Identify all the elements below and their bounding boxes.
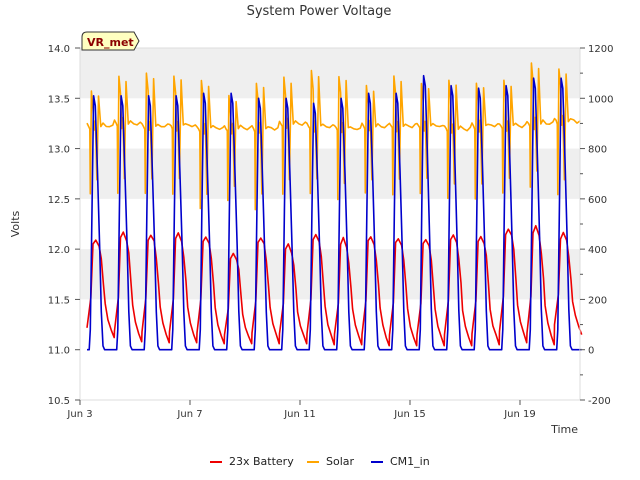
y-tick-label: 13.5 xyxy=(48,94,70,105)
x-axis: Jun 3 Jun 7 Jun 11 Jun 15 Jun 19 xyxy=(66,400,536,420)
y2-tick-label: 800 xyxy=(588,145,607,156)
x-axis-title: Time xyxy=(550,423,578,436)
y-tick-label: 11.5 xyxy=(48,295,70,306)
x-tick-label: Jun 3 xyxy=(66,409,92,420)
y-axis-left: 10.5 11.0 11.5 12.0 12.5 13.0 13.5 14.0 xyxy=(48,44,80,407)
x-tick-label: Jun 15 xyxy=(393,409,426,420)
legend-label: 23x Battery xyxy=(229,455,294,468)
system-power-voltage-chart: 10.5 11.0 11.5 12.0 12.5 13.0 13.5 14.0 -200 0 20… xyxy=(9,4,613,468)
vr-met-badge: VR_met xyxy=(81,31,140,51)
y2-tick-label: 1200 xyxy=(588,44,613,55)
legend: 23x Battery Solar CM1_in xyxy=(210,455,430,468)
y-tick-label: 10.5 xyxy=(48,396,70,407)
y2-tick-label: 400 xyxy=(588,245,607,256)
y-tick-label: 11.0 xyxy=(48,346,70,357)
y-tick-label: 13.0 xyxy=(48,145,70,156)
x-tick-label: Jun 11 xyxy=(283,409,316,420)
y2-tick-label: 200 xyxy=(588,295,607,306)
badge-label: VR_met xyxy=(87,36,134,49)
y2-tick-label: -200 xyxy=(588,396,611,407)
y-tick-label: 12.0 xyxy=(48,245,70,256)
y-tick-label: 14.0 xyxy=(48,44,70,55)
x-tick-label: Jun 19 xyxy=(503,409,536,420)
chart-title: System Power Voltage xyxy=(247,4,392,19)
x-tick-label: Jun 7 xyxy=(176,409,202,420)
y2-tick-label: 0 xyxy=(588,346,594,357)
y-axis-title: Volts xyxy=(9,210,22,237)
y-tick-label: 12.5 xyxy=(48,195,70,206)
y2-tick-label: 600 xyxy=(588,195,607,206)
legend-label: Solar xyxy=(326,455,355,468)
y2-tick-label: 1000 xyxy=(588,94,613,105)
legend-label: CM1_in xyxy=(390,455,430,468)
y-axis-right: -200 0 200 400 600 800 1000 1200 xyxy=(580,44,613,407)
